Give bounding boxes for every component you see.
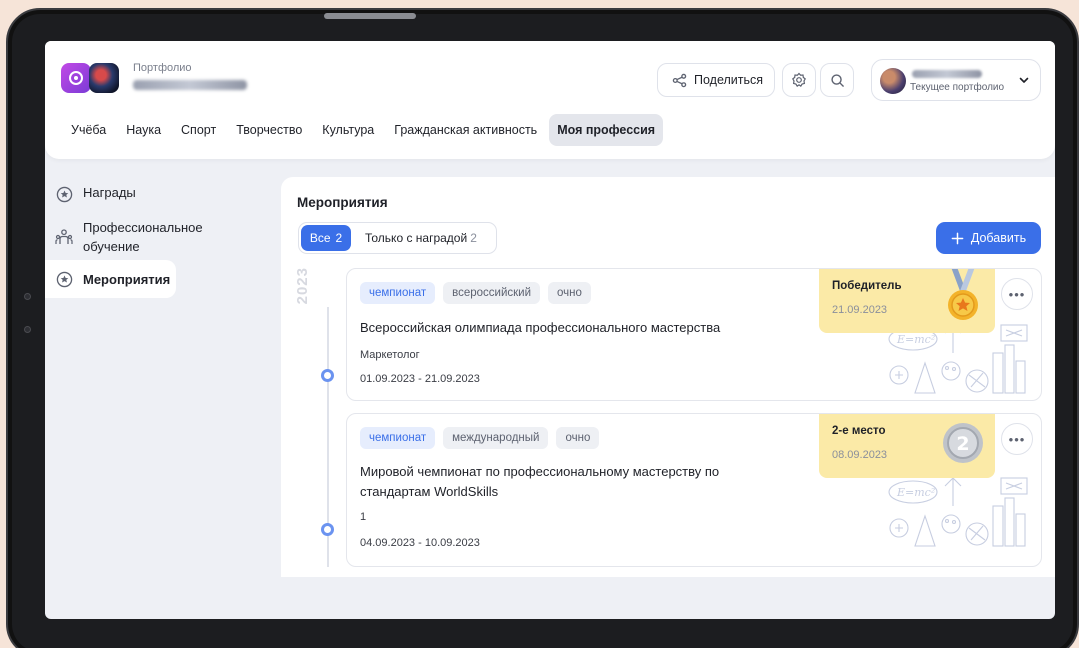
more-options-button[interactable]: ••• (1001, 423, 1033, 455)
sidebar-item-label: Профессиональное обучение (83, 218, 203, 256)
user-subtitle: Текущее портфолио (910, 82, 1005, 93)
plus-icon (951, 232, 964, 244)
award-banner: Победитель 21.09.2023 (819, 269, 995, 333)
app-screen: Портфолио Поделиться Текущее портфолио У… (45, 41, 1055, 619)
people-icon (55, 228, 73, 246)
event-title: Всероссийская олимпиада профессиональног… (360, 320, 721, 335)
award-title: 2-е место (832, 425, 886, 437)
sidebar-item-awards[interactable]: Награды (45, 185, 146, 203)
tablet-power-button (324, 13, 416, 19)
filter-award-label: Только с наградой (365, 231, 468, 245)
event-tags: чемпионат всероссийский очно (360, 282, 591, 304)
education-doodle-icon: E=mc² (888, 477, 1028, 547)
tag: очно (556, 427, 600, 449)
chevron-down-icon (1019, 77, 1029, 83)
settings-button[interactable] (782, 63, 816, 97)
page-title: Мероприятия (297, 195, 388, 210)
award-banner: 2-е место 08.09.2023 2 (819, 414, 995, 478)
medal-number: 2 (956, 433, 969, 455)
user-switcher[interactable]: Текущее портфолио (871, 59, 1041, 101)
user-name-blurred (912, 70, 982, 78)
star-badge-icon (55, 270, 73, 288)
tab-my-profession[interactable]: Моя профессия (549, 114, 664, 146)
silver-medal-icon: 2 (943, 423, 983, 463)
award-title: Победитель (832, 280, 902, 292)
app-user-name-blurred (133, 80, 247, 90)
event-dates: 04.09.2023 - 10.09.2023 (360, 537, 480, 549)
tab-culture[interactable]: Культура (314, 114, 382, 146)
add-button[interactable]: Добавить (936, 222, 1041, 254)
more-dots-icon: ••• (1008, 286, 1026, 302)
sidebar-item-label: Награды (83, 185, 136, 200)
sidebar-item-label: Мероприятия (83, 271, 171, 287)
tablet-sensor (24, 293, 31, 300)
tag: очно (548, 282, 591, 304)
event-card[interactable]: чемпионат международный очно Мировой чем… (346, 413, 1042, 567)
events-panel: Мероприятия Все 2 Только с наградой 2 Доб… (281, 177, 1055, 577)
event-card[interactable]: чемпионат всероссийский очно Всероссийск… (346, 268, 1042, 401)
gold-medal-icon (948, 269, 978, 320)
tab-creativity[interactable]: Творчество (228, 114, 310, 146)
timeline-dot (321, 523, 334, 536)
search-icon (830, 73, 844, 87)
avatar (880, 68, 906, 94)
event-dates: 01.09.2023 - 21.09.2023 (360, 373, 480, 385)
search-button[interactable] (820, 63, 854, 97)
filter-with-award-button[interactable]: Только с наградой 2 (365, 231, 477, 245)
tab-sport[interactable]: Спорт (173, 114, 224, 146)
app-title: Портфолио (133, 62, 192, 74)
more-options-button[interactable]: ••• (1001, 278, 1033, 310)
app-header: Портфолио Поделиться Текущее портфолио У… (45, 41, 1055, 159)
portfolio-logo-icon[interactable] (61, 63, 91, 93)
event-subtitle: 1 (360, 511, 367, 523)
filter-all-count: 2 (335, 231, 343, 245)
sidebar-item-label-line1: Профессиональное (83, 220, 203, 235)
more-dots-icon: ••• (1008, 431, 1026, 447)
filter-all-button[interactable]: Все 2 (301, 225, 351, 251)
star-badge-icon (55, 185, 73, 203)
award-date: 21.09.2023 (832, 304, 888, 316)
award-date: 08.09.2023 (832, 449, 888, 461)
share-button[interactable]: Поделиться (657, 63, 775, 97)
sidebar: Награды Профессиональное обучение Меропр… (45, 171, 281, 576)
add-button-label: Добавить (970, 231, 1027, 245)
education-doodle-icon: E=mc² (888, 324, 1028, 394)
svg-text:E=mc²: E=mc² (896, 333, 935, 346)
share-button-label: Поделиться (694, 73, 764, 87)
sidebar-item-professional-training[interactable]: Профессиональное обучение (45, 218, 213, 256)
share-icon (672, 73, 687, 87)
award-settings-icon (792, 72, 806, 87)
tag: чемпионат (360, 427, 436, 449)
tablet-camera (24, 326, 31, 333)
sidebar-item-label-line2: обучение (83, 239, 140, 254)
tab-civic-activity[interactable]: Гражданская активность (386, 114, 545, 146)
event-title-line1: Мировой чемпионат по профессиональному м… (360, 464, 720, 479)
filter-award-count: 2 (470, 231, 477, 245)
tab-science[interactable]: Наука (118, 114, 169, 146)
tag: международный (443, 427, 549, 449)
tag: чемпионат (360, 282, 436, 304)
svg-text:E=mc²: E=mc² (896, 486, 935, 499)
event-title: Мировой чемпионат по профессиональному м… (360, 462, 719, 502)
filter-all-label: Все (309, 231, 331, 245)
sidebar-item-events[interactable]: Мероприятия (45, 260, 176, 298)
event-subtitle: Маркетолог (360, 349, 420, 361)
event-tags: чемпионат международный очно (360, 427, 600, 449)
section-tabs: Учёба Наука Спорт Творчество Культура Гр… (63, 114, 664, 146)
award-filter: Все 2 Только с наградой 2 (298, 222, 497, 254)
timeline-dot (321, 369, 334, 382)
event-title-line2: стандартам WorldSkills (360, 484, 499, 499)
tag: всероссийский (443, 282, 541, 304)
profile-thumbnail[interactable] (89, 63, 119, 93)
timeline-year: 2023 (294, 267, 311, 305)
tab-study[interactable]: Учёба (63, 114, 114, 146)
